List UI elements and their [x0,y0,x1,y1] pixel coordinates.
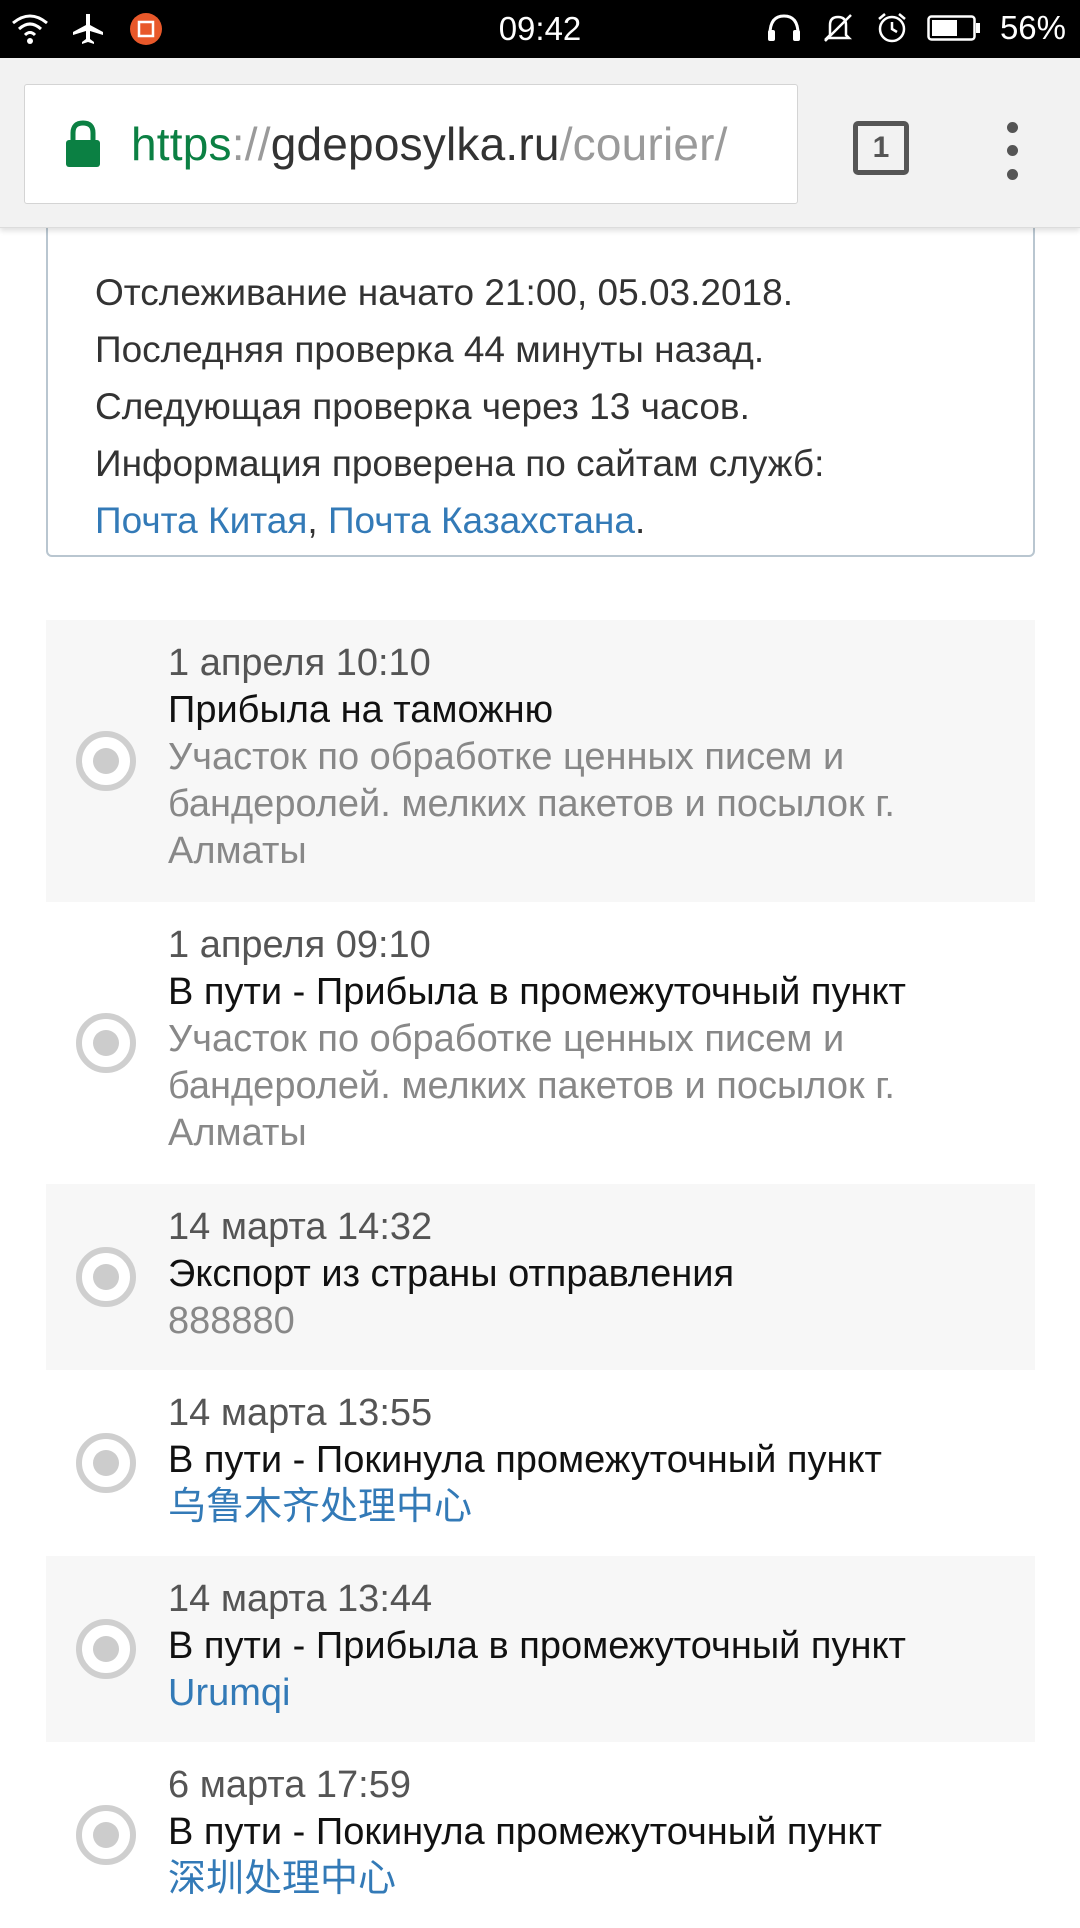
timeline-dot-icon [76,1433,136,1493]
next-check: Следующая проверка через 13 часов. [95,386,750,427]
service-links: Почта Китая, Почта Казахстана. [95,492,824,549]
last-check: Последняя проверка 44 минуты назад. [95,329,765,370]
url-host: gdeposylka.ru [270,118,560,170]
menu-dot [1006,145,1018,157]
overflow-menu-icon[interactable] [992,116,1032,186]
event-place-link[interactable]: 乌鲁木齐处理中心 [168,1484,1011,1531]
event-text: 1 апреля 09:10 В пути - Прибыла в промеж… [168,922,1011,1157]
timeline-event: 1 апреля 10:10 Прибыла на таможню Участо… [46,620,1035,902]
headset-icon [764,9,804,47]
event-place: Участок по обработке ценных писем и банд… [168,736,895,872]
event-place: Участок по обработке ценных писем и банд… [168,1018,895,1154]
event-date: 14 марта 13:44 [168,1578,433,1620]
timeline-dot-icon [76,1247,136,1307]
event-text: 6 марта 17:59 В пути - Покинула промежут… [168,1762,1011,1903]
event-text: 14 марта 14:32 Экспорт из страны отправл… [168,1204,1011,1345]
event-place-link[interactable]: 深圳处理中心 [168,1856,1011,1903]
event-place-link[interactable]: Urumqi [168,1670,1011,1717]
timeline-dot-icon [76,1805,136,1865]
notifications-off-icon [818,9,858,47]
event-date: 6 марта 17:59 [168,1764,412,1806]
period: . [634,500,646,541]
tab-count: 1 [872,131,890,164]
menu-dot [1006,122,1018,134]
event-status: Экспорт из страны отправления [168,1253,735,1295]
timeline-event: 14 марта 14:32 Экспорт из страны отправл… [46,1184,1035,1370]
tracking-timeline: 1 апреля 10:10 Прибыла на таможню Участо… [46,620,1035,1928]
battery-icon [926,9,982,47]
event-status: В пути - Покинула промежуточный пункт [168,1439,882,1481]
battery-percentage: 56% [999,9,1066,46]
event-date: 14 марта 14:32 [168,1206,433,1248]
event-date: 1 апреля 10:10 [168,642,431,684]
address-bar[interactable]: https://gdeposylka.ru/courier/ [24,84,798,204]
timeline-event: 14 марта 13:44 В пути - Прибыла в промеж… [46,1556,1035,1742]
event-date: 14 марта 13:55 [168,1392,433,1434]
tracking-info-text: Отслеживание начато 21:00, 05.03.2018. П… [95,264,824,549]
tab-switcher-button[interactable]: 1 [853,121,909,175]
url-separator: :// [231,118,271,170]
event-status: Прибыла на таможню [168,689,554,731]
status-bar: 09:42 56% [0,0,1080,58]
china-post-link[interactable]: Почта Китая [95,500,307,541]
lock-icon [63,119,103,169]
timeline-event: 14 марта 13:55 В пути - Покинула промежу… [46,1370,1035,1556]
timeline-dot-icon [76,731,136,791]
event-status: В пути - Покинула промежуточный пункт [168,1811,882,1853]
comma: , [307,500,318,541]
timeline-dot-icon [76,1013,136,1073]
timeline-dot-icon [76,1619,136,1679]
event-status: В пути - Прибыла в промежуточный пункт [168,971,906,1013]
status-bar-right: 56% [764,9,1066,47]
event-text: 14 марта 13:55 В пути - Покинула промежу… [168,1390,1011,1531]
tracking-started: Отслеживание начато 21:00, 05.03.2018. [95,272,793,313]
url-scheme: https [131,118,232,170]
menu-dot [1006,168,1018,180]
browser-toolbar: https://gdeposylka.ru/courier/ 1 [0,58,1080,228]
alarm-icon [872,9,912,47]
event-place: 888880 [168,1300,295,1342]
tracking-info-card: Отслеживание начато 21:00, 05.03.2018. П… [46,220,1035,557]
timeline-event: 1 апреля 09:10 В пути - Прибыла в промеж… [46,902,1035,1184]
event-date: 1 апреля 09:10 [168,924,431,966]
timeline-event: 6 марта 17:59 В пути - Покинула промежут… [46,1742,1035,1928]
url-path: /courier/ [559,118,728,170]
checked-services-label: Информация проверена по сайтам служб: [95,443,825,484]
url-text[interactable]: https://gdeposylka.ru/courier/ [131,117,728,171]
event-text: 14 марта 13:44 В пути - Прибыла в промеж… [168,1576,1011,1717]
kazpost-link[interactable]: Почта Казахстана [328,500,635,541]
event-status: В пути - Прибыла в промежуточный пункт [168,1625,906,1667]
event-text: 1 апреля 10:10 Прибыла на таможню Участо… [168,640,1011,875]
